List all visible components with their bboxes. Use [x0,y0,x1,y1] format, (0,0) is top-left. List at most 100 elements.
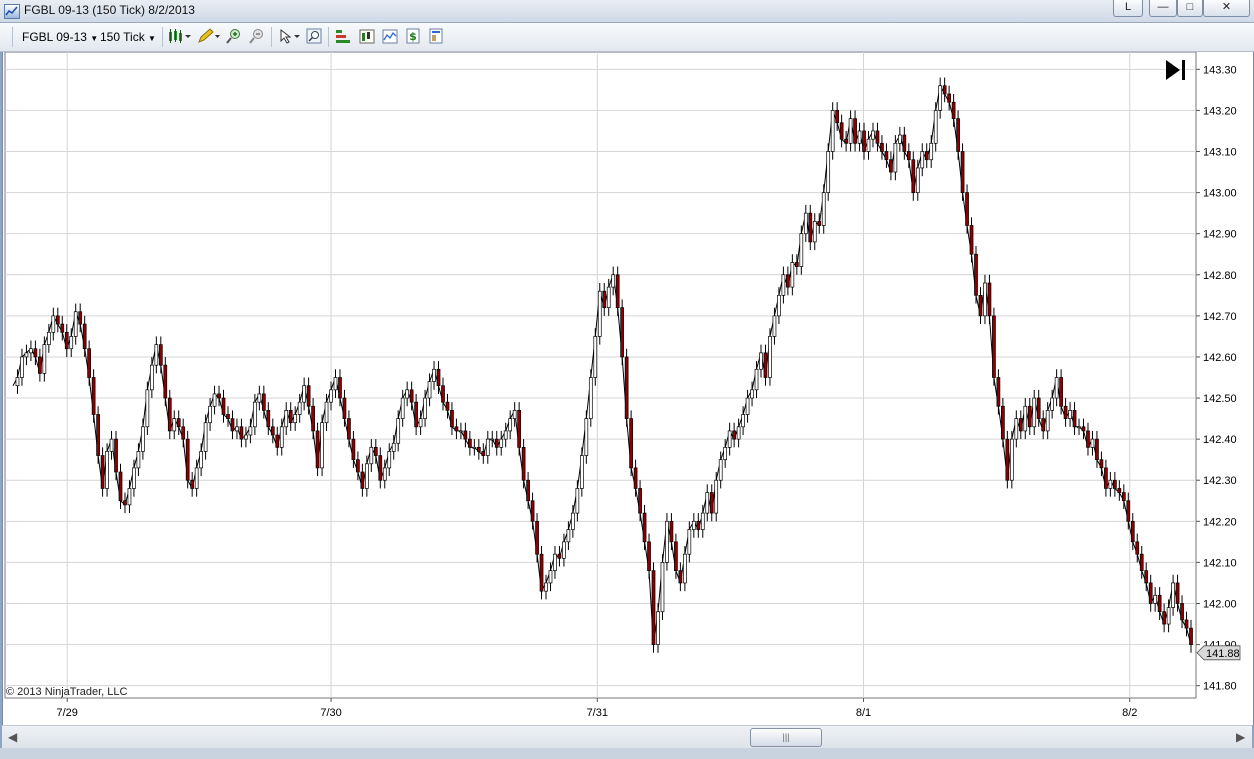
candle-body [508,418,513,432]
candle-body [535,520,539,555]
link-button[interactable]: L [1113,0,1143,17]
candle-body [1189,627,1193,645]
candle-body [875,130,880,144]
data-box-icon[interactable] [359,28,375,44]
candle-body [333,377,338,391]
candle-body [230,418,235,432]
scroll-left-icon[interactable]: ◀ [8,730,17,744]
candle-body [468,438,472,448]
candle-body [1054,377,1059,399]
horizontal-scrollbar[interactable]: ◀ ||| ▶ [2,725,1252,748]
candle-body [933,110,938,144]
candle-body [450,410,454,428]
candle-body [288,410,293,424]
y-tick-label: 142.10 [1203,557,1237,569]
candle-body [951,101,956,119]
close-button[interactable]: ✕ [1203,0,1250,17]
candle-body [347,418,351,440]
chevron-down-icon: ▼ [148,34,156,43]
y-tick-label: 143.30 [1203,64,1237,76]
candle-body [1063,405,1068,419]
candle-body [745,397,750,415]
indicator-icon[interactable] [382,28,398,44]
candle-body [1135,541,1140,555]
candle-body [544,582,548,592]
candle-body [880,142,884,152]
candle-body [992,315,996,378]
candle-body [844,138,848,144]
pointer-icon[interactable] [278,28,302,44]
candle-body [405,389,410,399]
chart-panel[interactable]: 141.80141.90142.00142.10142.20142.30142.… [2,52,1254,725]
candle-body [253,401,257,428]
candle-body [132,467,136,489]
instrument-selector[interactable]: FGBL 09-13 ▼ [22,28,98,46]
zoom-in-icon[interactable] [226,28,242,44]
candle-body [893,142,898,173]
y-tick-label: 142.60 [1203,352,1237,364]
candle-body [754,368,759,391]
candle-body [915,167,920,193]
candle-body [1077,426,1081,429]
candle-body [172,418,177,432]
candle-body [226,414,230,419]
candle-body [1059,377,1063,407]
candle-body [38,356,42,374]
strategy-icon[interactable]: $ [405,28,421,44]
candle-body [64,331,69,350]
candle-body [696,520,701,530]
candle-body [306,385,311,407]
candle-body [884,151,889,161]
candle-body [808,212,813,243]
interval-selector[interactable]: 150 Tick ▼ [100,28,156,46]
candle-body [830,110,835,152]
maximize-button[interactable]: □ [1177,0,1203,17]
candle-body [69,336,74,350]
candle-body [387,451,392,469]
price-chart[interactable]: 141.80141.90142.00142.10142.20142.30142.… [3,52,1253,725]
candle-body [244,434,248,440]
candle-body [709,492,714,514]
window-title: FGBL 09-13 (150 Tick) 8/2/2013 [24,3,195,17]
toolbar-separator [162,27,163,47]
scroll-thumb[interactable]: ||| [750,728,822,747]
candle-body [221,397,226,415]
candle-body [781,274,786,296]
chart-app-icon [4,4,20,19]
minimize-button[interactable]: — [1149,0,1177,17]
candle-body [418,418,423,428]
candle-body [1036,397,1041,419]
magnifier-icon[interactable] [306,28,322,44]
scroll-right-icon[interactable]: ▶ [1236,730,1245,744]
candle-body [978,294,983,317]
properties-icon[interactable] [428,28,444,44]
candle-body [817,221,822,226]
candle-body [942,85,947,95]
candle-body [351,438,356,461]
candlestick-icon[interactable] [168,28,192,44]
candle-body [987,282,992,317]
candle-body [382,467,387,481]
zoom-out-icon[interactable] [249,28,265,44]
candle-body [723,447,728,461]
candle-body [396,418,401,444]
candle-body [965,192,969,226]
pencil-icon[interactable] [197,28,221,44]
candle-body [459,430,463,433]
candle-body [275,434,280,448]
candle-body [741,414,745,428]
candle-body [141,426,145,452]
candle-body [212,393,217,407]
candle-body [736,426,741,440]
instrument-label: FGBL 09-13 [22,30,87,44]
candle-body [1099,459,1104,469]
candle-body [163,364,168,399]
candle-body [235,426,239,432]
y-tick-label: 142.40 [1203,434,1237,446]
x-tick-label: 8/2 [1122,707,1137,719]
candle-body [427,381,432,399]
bars-icon[interactable] [335,28,351,44]
skip-to-end-icon[interactable] [1166,60,1185,80]
candle-body [329,389,333,403]
candle-body [920,151,925,169]
